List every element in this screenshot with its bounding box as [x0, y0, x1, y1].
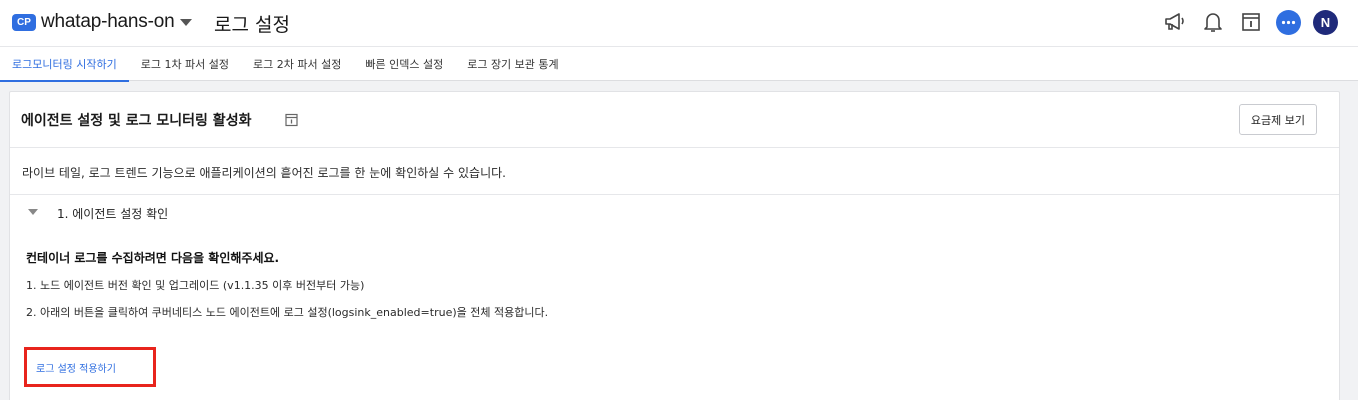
agent-setup-card: 에이전트 설정 및 로그 모니터링 활성화 요금제 보기 라이브 테일, 로그 … — [9, 91, 1340, 400]
section-title[interactable]: 1. 에이전트 설정 확인 — [57, 205, 168, 222]
tab-start-log-monitoring[interactable]: 로그모니터링 시작하기 — [0, 47, 129, 82]
chat-icon[interactable] — [1276, 9, 1301, 35]
card-description: 라이브 테일, 로그 트렌드 기능으로 애플리케이션의 흩어진 로그를 한 눈에… — [22, 166, 506, 180]
megaphone-icon[interactable] — [1162, 9, 1188, 35]
page-title: 로그 설정 — [214, 14, 290, 36]
project-selector[interactable]: CP whatap-hans-on — [12, 11, 193, 33]
card-title: 에이전트 설정 및 로그 모니터링 활성화 — [21, 113, 252, 129]
tab-quick-index[interactable]: 빠른 인덱스 설정 — [353, 47, 455, 81]
document-info-icon[interactable] — [1238, 9, 1264, 35]
tab-log-secondary-parser[interactable]: 로그 2차 파서 설정 — [241, 47, 353, 81]
tab-bar: 로그모니터링 시작하기 로그 1차 파서 설정 로그 2차 파서 설정 빠른 인… — [0, 46, 1358, 82]
collapse-caret-icon[interactable] — [28, 209, 38, 215]
tab-log-archive-stats[interactable]: 로그 장기 보관 통계 — [455, 47, 570, 81]
top-icons: N — [1162, 9, 1338, 35]
project-name[interactable]: whatap-hans-on — [41, 11, 175, 33]
card-header: 에이전트 설정 및 로그 모니터링 활성화 요금제 보기 — [10, 92, 1339, 148]
avatar[interactable]: N — [1313, 9, 1338, 35]
view-pricing-button[interactable]: 요금제 보기 — [1238, 104, 1317, 135]
bell-icon[interactable] — [1200, 9, 1226, 35]
project-type-badge: CP — [12, 13, 36, 31]
step-item: 1. 노드 에이전트 버전 확인 및 업그레이드 (v1.1.35 이후 버전부… — [26, 279, 365, 292]
tab-log-primary-parser[interactable]: 로그 1차 파서 설정 — [129, 47, 241, 81]
document-icon[interactable] — [285, 112, 298, 131]
apply-log-settings-button[interactable]: 로그 설정 적용하기 — [36, 360, 116, 375]
step-item: 2. 아래의 버튼을 클릭하여 쿠버네티스 노드 에이전트에 로그 설정(log… — [26, 306, 549, 319]
top-bar: CP whatap-hans-on 로그 설정 N — [0, 0, 1358, 46]
divider — [10, 194, 1339, 195]
section-subtitle: 컨테이너 로그를 수집하려면 다음을 확인해주세요. — [26, 251, 280, 265]
chevron-down-icon[interactable] — [180, 18, 193, 26]
